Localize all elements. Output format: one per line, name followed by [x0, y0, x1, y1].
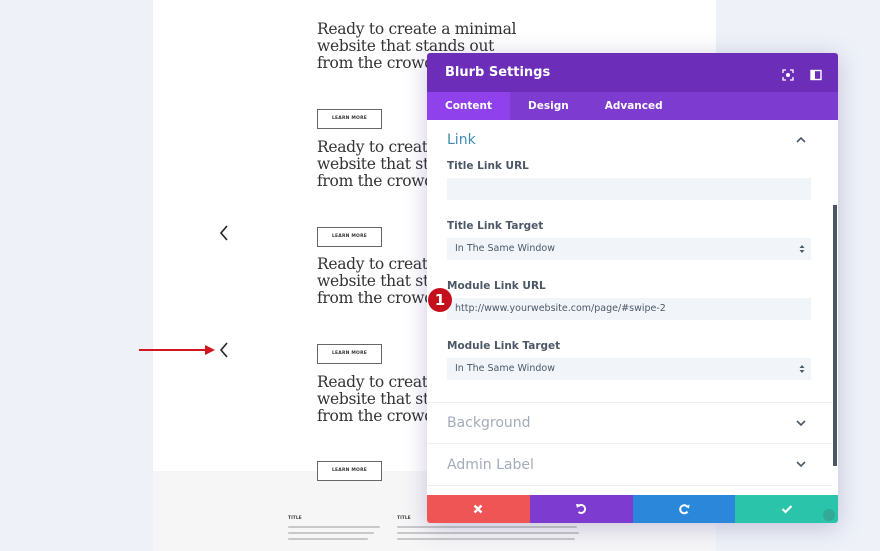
lorem-text-line — [397, 538, 575, 540]
title-link-url-field: Title Link URL — [447, 160, 812, 200]
sidebar-toggle-icon[interactable] — [810, 66, 822, 81]
section-link-toggle[interactable]: Link — [427, 120, 832, 160]
module-link-url-field: Module Link URL http://www.yourwebsite.c… — [447, 280, 812, 320]
lorem-text-line — [288, 532, 374, 534]
title-link-url-label: Title Link URL — [447, 160, 529, 172]
select-caret-icon — [799, 245, 805, 253]
modal-header: Blurb Settings — [427, 53, 838, 92]
modal-body: Link Title Link URL Title Link Target In… — [427, 120, 832, 494]
module-link-target-field: Module Link Target In The Same Window — [447, 340, 812, 380]
learn-more-button[interactable]: LEARN MORE — [317, 461, 382, 481]
title-link-target-field: Title Link Target In The Same Window — [447, 220, 812, 260]
check-icon — [781, 505, 792, 514]
tab-content[interactable]: Content — [427, 92, 511, 120]
title-link-target-select[interactable]: In The Same Window — [447, 238, 811, 260]
chevron-down-icon — [796, 461, 806, 468]
modal-tabs: Content Design Advanced — [427, 92, 838, 120]
tab-advanced[interactable]: Advanced — [587, 92, 681, 120]
select-value: In The Same Window — [455, 363, 555, 374]
cancel-button[interactable] — [427, 495, 530, 523]
section-background-toggle[interactable]: Background — [427, 402, 832, 444]
save-button[interactable] — [735, 495, 838, 523]
lorem-text-line — [288, 526, 380, 528]
chevron-down-icon — [796, 420, 806, 427]
chevron-left-icon — [219, 342, 228, 358]
slider-prev-arrow[interactable] — [217, 224, 231, 242]
redo-icon — [679, 504, 690, 515]
redo-button[interactable] — [632, 495, 736, 523]
footer-column-title: TITLE — [288, 516, 302, 521]
undo-icon — [576, 504, 587, 514]
module-link-url-input[interactable]: http://www.yourwebsite.com/page/#swipe-2 — [447, 298, 811, 320]
module-link-target-label: Module Link Target — [447, 340, 561, 352]
learn-more-button[interactable]: LEARN MORE — [317, 344, 382, 364]
blurb-settings-modal: Blurb Settings Content Design Advanced L… — [427, 53, 838, 523]
modal-footer — [427, 495, 838, 523]
module-link-target-select[interactable]: In The Same Window — [447, 358, 811, 380]
select-value: In The Same Window — [455, 243, 555, 254]
title-link-url-input[interactable] — [447, 178, 811, 200]
lorem-text-line — [397, 532, 579, 534]
section-link-title: Link — [447, 132, 476, 148]
chevron-left-icon — [219, 225, 228, 241]
focus-icon[interactable] — [782, 66, 794, 81]
link-section-fields: Title Link URL Title Link Target In The … — [427, 160, 832, 380]
footer-column: TITLE — [288, 516, 388, 544]
section-background-title: Background — [447, 415, 531, 431]
select-caret-icon — [799, 365, 805, 373]
learn-more-button[interactable]: LEARN MORE — [317, 227, 382, 247]
module-link-url-label: Module Link URL — [447, 280, 546, 292]
tab-design[interactable]: Design — [510, 92, 587, 120]
resize-handle[interactable] — [823, 509, 835, 521]
red-arrow-icon — [139, 345, 215, 355]
lorem-text-line — [288, 538, 368, 540]
title-link-target-label: Title Link Target — [447, 220, 544, 232]
section-admin-label-toggle[interactable]: Admin Label — [427, 444, 832, 486]
close-icon — [474, 504, 483, 514]
lorem-text-line — [397, 526, 577, 528]
chevron-up-icon — [796, 136, 806, 143]
learn-more-button[interactable]: LEARN MORE — [317, 109, 382, 129]
undo-button[interactable] — [529, 495, 633, 523]
section-admin-label-title: Admin Label — [447, 456, 534, 473]
step-badge: 1 — [428, 288, 452, 312]
modal-title: Blurb Settings — [445, 65, 551, 80]
modal-scrollbar[interactable] — [833, 205, 837, 466]
slider-prev-arrow[interactable] — [217, 341, 231, 359]
